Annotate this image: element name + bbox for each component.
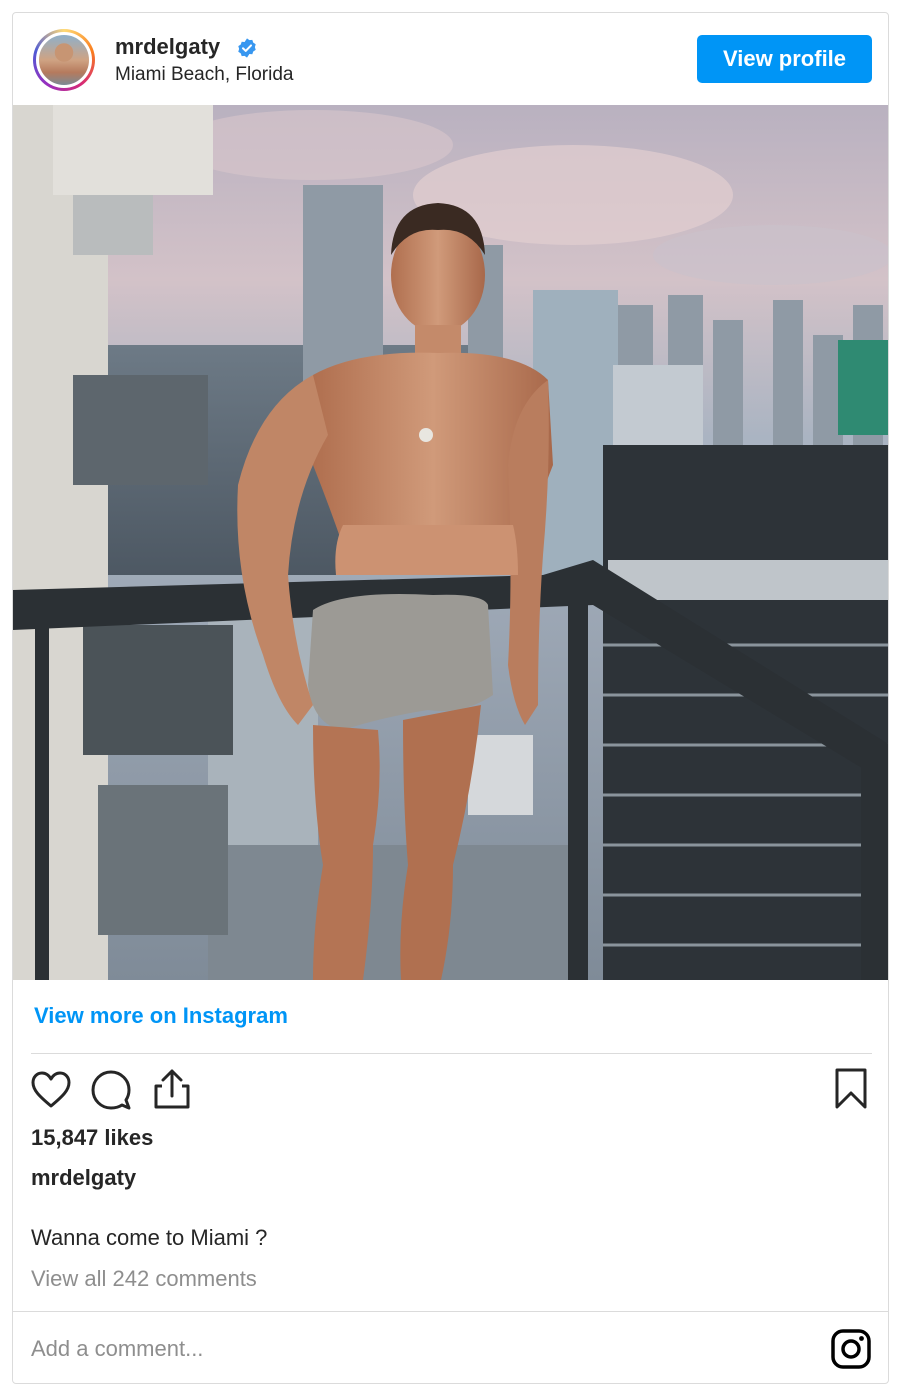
photo-illustration [13,105,888,980]
username[interactable]: mrdelgaty [115,34,220,60]
divider [13,1311,888,1312]
post-photo[interactable] [13,105,888,980]
divider [31,1053,872,1054]
instagram-embed-card: mrdelgaty Miami Beach, Florida View prof… [12,12,889,1384]
location[interactable]: Miami Beach, Florida [115,64,293,86]
caption-username[interactable]: mrdelgaty [31,1165,136,1191]
bookmark-icon[interactable] [835,1068,867,1110]
avatar[interactable] [33,29,95,91]
caption-text: Wanna come to Miami ? [31,1225,268,1250]
heart-icon[interactable] [31,1071,71,1109]
avatar-image [36,32,92,88]
likes-count[interactable]: 15,847 likes [31,1125,153,1151]
post-header: mrdelgaty Miami Beach, Florida View prof… [13,13,888,105]
view-all-comments-link[interactable]: View all 242 comments [31,1266,257,1292]
view-profile-button[interactable]: View profile [697,35,872,83]
view-more-on-instagram-link[interactable]: View more on Instagram [34,1003,288,1029]
comment-icon[interactable] [91,1070,131,1110]
instagram-icon[interactable] [831,1329,871,1369]
share-icon[interactable] [153,1068,191,1110]
verified-badge-icon [238,38,256,58]
add-comment-input[interactable]: Add a comment... [31,1336,203,1362]
